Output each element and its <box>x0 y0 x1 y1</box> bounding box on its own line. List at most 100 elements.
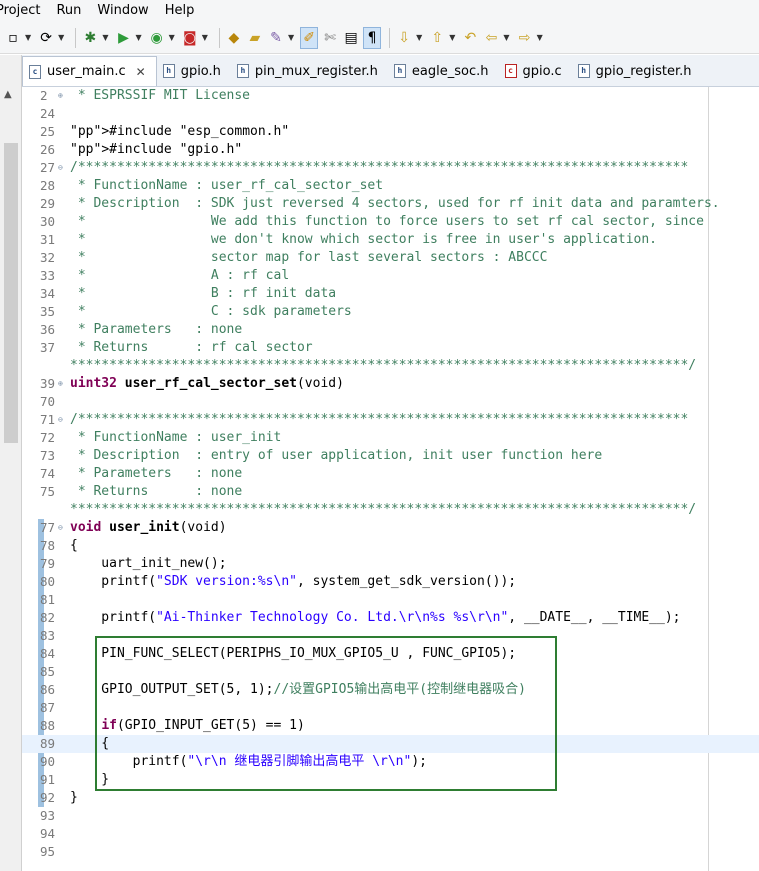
chevron-down-icon[interactable]: ▼ <box>288 33 294 42</box>
code-line[interactable]: 77 ⊖ void user_init(void) <box>22 519 759 537</box>
chevron-down-icon[interactable]: ▼ <box>449 33 455 42</box>
vertical-scrollbar[interactable] <box>4 143 18 443</box>
left-panel-strip: ▲ <box>0 55 22 871</box>
menu-project[interactable]: Project <box>0 0 50 22</box>
code-line[interactable]: 39 ⊕ uint32 user_rf_cal_sector_set(void) <box>22 375 759 393</box>
build-icon[interactable]: ⟳ <box>37 27 55 49</box>
chevron-down-icon[interactable]: ▼ <box>416 33 422 42</box>
code-line[interactable]: 95 <box>22 843 759 861</box>
code-line[interactable]: 34 * B : rf init data <box>22 285 759 303</box>
menu-help[interactable]: Help <box>159 0 205 22</box>
collapse-icon[interactable]: ⊖ <box>58 159 63 177</box>
code-line[interactable]: 27 ⊖/************************************… <box>22 159 759 177</box>
close-icon[interactable]: ✕ <box>136 65 146 79</box>
chevron-down-icon[interactable]: ▼ <box>202 33 208 42</box>
code-line[interactable]: 31 * we don't know which sector is free … <box>22 231 759 249</box>
tab-eagle-soc-h[interactable]: h eagle_soc.h <box>388 56 499 86</box>
code-line[interactable]: 82 printf("Ai-Thinker Technology Co. Ltd… <box>22 609 759 627</box>
code-line[interactable]: 71 ⊖/************************************… <box>22 411 759 429</box>
line-number: 72 <box>40 430 56 445</box>
chevron-down-icon[interactable]: ▼ <box>135 33 141 42</box>
line-number: 88 <box>40 718 56 733</box>
code-line[interactable]: 94 <box>22 825 759 843</box>
show-whitespace-icon[interactable]: ¶ <box>363 26 382 49</box>
brush-icon[interactable]: ✄ <box>321 27 339 49</box>
code-line[interactable]: ****************************************… <box>22 357 759 375</box>
debug-icon[interactable]: ✱ <box>81 27 99 49</box>
menu-run[interactable]: Run <box>50 0 91 22</box>
line-number: 82 <box>40 610 56 625</box>
chevron-down-icon[interactable]: ▼ <box>102 33 108 42</box>
code-line[interactable]: 33 * A : rf cal <box>22 267 759 285</box>
menu-window[interactable]: Window <box>91 0 158 22</box>
code-line[interactable]: 72 * FunctionName : user_init <box>22 429 759 447</box>
code-line[interactable]: 32 * sector map for last several sectors… <box>22 249 759 267</box>
external-tools-icon[interactable]: ◙ <box>181 27 199 49</box>
code-line[interactable]: 36 * Parameters : none <box>22 321 759 339</box>
code-line[interactable]: 30 * We add this function to force users… <box>22 213 759 231</box>
tab-user-main-c[interactable]: c user_main.c ✕ <box>22 56 157 86</box>
code-line[interactable]: 70 <box>22 393 759 411</box>
previous-annotation-icon[interactable]: ⇧ <box>428 27 446 49</box>
new-file-icon[interactable]: ▫ <box>4 27 22 49</box>
last-edit-icon[interactable]: ↶ <box>461 27 479 49</box>
chevron-down-icon[interactable]: ▼ <box>169 33 175 42</box>
tab-pin-mux-register-h[interactable]: h pin_mux_register.h <box>231 56 388 86</box>
tab-label: eagle_soc.h <box>411 63 489 79</box>
open-folder-icon[interactable]: ▰ <box>246 27 264 49</box>
code-line[interactable]: 92} <box>22 789 759 807</box>
code-line[interactable]: 29 * Description : SDK just reversed 4 s… <box>22 195 759 213</box>
scroll-up-icon[interactable]: ▲ <box>4 89 12 100</box>
next-annotation-icon[interactable]: ⇩ <box>395 27 413 49</box>
chevron-down-icon[interactable]: ▼ <box>58 33 64 42</box>
code-line[interactable]: 37 * Returns : rf cal sector <box>22 339 759 357</box>
run-config-icon[interactable]: ◉ <box>148 27 166 49</box>
run-icon[interactable]: ▶ <box>114 27 132 49</box>
code-line[interactable]: 2 ⊕ * ESPRSSIF MIT License <box>22 87 759 105</box>
pen-icon[interactable]: ✎ <box>267 27 285 49</box>
tab-gpio-h[interactable]: h gpio.h <box>157 56 231 86</box>
mark-occurrences-icon[interactable]: ✐ <box>300 26 319 49</box>
code-line[interactable]: 35 * C : sdk parameters <box>22 303 759 321</box>
tab-gpio-c[interactable]: c gpio.c <box>499 56 572 86</box>
code-line[interactable]: 73 * Description : entry of user applica… <box>22 447 759 465</box>
code-line[interactable]: 79 uart_init_new(); <box>22 555 759 573</box>
collapse-icon[interactable]: ⊖ <box>58 411 63 429</box>
line-number: 37 <box>40 340 56 355</box>
line-number: 93 <box>40 808 56 823</box>
code-editor[interactable]: 2 ⊕ * ESPRSSIF MIT License 24 25 "pp">#inclu… <box>22 87 759 871</box>
line-number: 81 <box>40 592 56 607</box>
code-line[interactable]: 25 "pp">#include "esp_common.h" <box>22 123 759 141</box>
line-number: 90 <box>40 754 56 769</box>
chevron-down-icon[interactable]: ▼ <box>503 33 509 42</box>
toolbar: ▫ ▼ ⟳ ▼ ✱ ▼ ▶ ▼ ◉ ▼ ◙ ▼ ◆ ▰ ✎ ▼ ✐ ✄ ▤ ¶ ⇩ ▼ ⇧ ▼ ↶… <box>0 22 759 54</box>
code-line[interactable]: 26 "pp">#include "gpio.h" <box>22 141 759 159</box>
code-text: "pp">#include "esp_common.h" <box>70 124 290 139</box>
code-line[interactable]: 80 printf("SDK version:%s\n", system_get… <box>22 573 759 591</box>
chevron-down-icon[interactable]: ▼ <box>537 33 543 42</box>
code-text: uart_init_new(); <box>70 556 227 571</box>
code-line[interactable]: 74 * Parameters : none <box>22 465 759 483</box>
code-line[interactable]: 24 <box>22 105 759 123</box>
code-line[interactable]: ****************************************… <box>22 501 759 519</box>
expand-icon[interactable]: ⊕ <box>58 375 63 393</box>
collapse-icon[interactable]: ⊖ <box>58 519 63 537</box>
back-icon[interactable]: ⇦ <box>482 27 500 49</box>
chevron-down-icon[interactable]: ▼ <box>25 33 31 42</box>
block-select-icon[interactable]: ▤ <box>342 27 360 49</box>
code-line[interactable]: 28 * FunctionName : user_rf_cal_sector_s… <box>22 177 759 195</box>
code-line[interactable]: 78 { <box>22 537 759 555</box>
code-line[interactable]: 93 <box>22 807 759 825</box>
code-line[interactable]: 75 * Returns : none <box>22 483 759 501</box>
line-number: 79 <box>40 556 56 571</box>
tab-label: pin_mux_register.h <box>254 63 378 79</box>
code-text: * Parameters : none <box>70 322 243 337</box>
code-text: * B : rf init data <box>70 286 337 301</box>
code-line[interactable]: 81 <box>22 591 759 609</box>
code-text: * C : sdk parameters <box>70 304 352 319</box>
code-text: * sector map for last several sectors : … <box>70 250 548 265</box>
forward-icon[interactable]: ⇨ <box>516 27 534 49</box>
expand-icon[interactable]: ⊕ <box>58 87 63 105</box>
tab-gpio-register-h[interactable]: h gpio_register.h <box>572 56 702 86</box>
open-type-icon[interactable]: ◆ <box>225 27 243 49</box>
